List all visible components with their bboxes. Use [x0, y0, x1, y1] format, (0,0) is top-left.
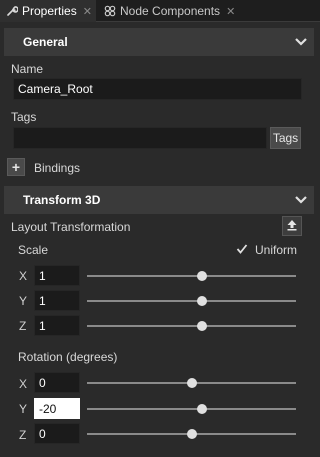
- components-icon: [104, 5, 116, 17]
- tags-button[interactable]: Tags: [270, 127, 301, 149]
- chevron-down-icon[interactable]: [294, 36, 308, 48]
- name-field[interactable]: Camera_Root: [13, 78, 302, 100]
- tab-properties[interactable]: Properties ✕: [0, 0, 96, 22]
- close-icon[interactable]: ✕: [226, 5, 235, 18]
- scale-y-slider-thumb[interactable]: [196, 296, 207, 306]
- tab-node-components[interactable]: Node Components ✕: [100, 0, 250, 22]
- rotation-label: Rotation (degrees): [18, 350, 118, 364]
- scale-x-slider-thumb[interactable]: [196, 271, 207, 281]
- add-binding-button[interactable]: +: [7, 158, 25, 176]
- layout-transformation-label: Layout Transformation: [11, 220, 131, 234]
- rotation-z-field[interactable]: 0: [34, 423, 80, 444]
- tab-properties-label: Properties: [22, 4, 77, 18]
- tab-node-components-label: Node Components: [120, 4, 221, 18]
- scale-z-field[interactable]: 1: [34, 315, 80, 336]
- scale-y-field[interactable]: 1: [34, 290, 80, 311]
- transform-section-header[interactable]: Transform 3D: [4, 186, 314, 214]
- name-label: Name: [11, 62, 44, 76]
- tags-field[interactable]: [13, 127, 267, 149]
- rotation-z-slider-thumb[interactable]: [186, 429, 197, 439]
- rotation-x-field[interactable]: 0: [34, 372, 80, 393]
- general-section-title: General: [23, 35, 68, 49]
- uniform-label: Uniform: [255, 243, 298, 257]
- tab-bar: Properties ✕ Node Components ✕: [0, 0, 320, 22]
- upload-icon: [286, 219, 298, 234]
- transform-section-title: Transform 3D: [23, 193, 101, 207]
- scale-x-slider[interactable]: [87, 275, 296, 277]
- close-icon[interactable]: ✕: [83, 5, 92, 18]
- scale-y-label: Y: [19, 294, 28, 308]
- scale-label: Scale: [18, 243, 49, 257]
- rotation-x-slider-thumb[interactable]: [186, 378, 197, 388]
- uniform-checkbox[interactable]: [236, 243, 248, 255]
- scale-y-slider[interactable]: [87, 300, 296, 302]
- rotation-y-slider[interactable]: [87, 408, 296, 410]
- rotation-x-label: X: [19, 377, 28, 391]
- general-section-header[interactable]: General: [4, 28, 314, 56]
- scale-x-label: X: [19, 269, 28, 283]
- rotation-y-slider-thumb[interactable]: [196, 404, 207, 414]
- rotation-z-label: Z: [19, 428, 27, 442]
- chevron-down-icon[interactable]: [294, 194, 308, 206]
- bindings-label: Bindings: [34, 161, 81, 175]
- upload-button[interactable]: [282, 216, 302, 236]
- wrench-icon: [6, 5, 18, 17]
- scale-x-field[interactable]: 1: [34, 265, 80, 286]
- tags-label: Tags: [11, 110, 37, 124]
- scale-z-slider-thumb[interactable]: [196, 321, 207, 331]
- rotation-y-field[interactable]: -20: [34, 398, 80, 419]
- scale-z-label: Z: [19, 319, 27, 333]
- rotation-y-label: Y: [19, 402, 28, 416]
- scale-z-slider[interactable]: [87, 325, 296, 327]
